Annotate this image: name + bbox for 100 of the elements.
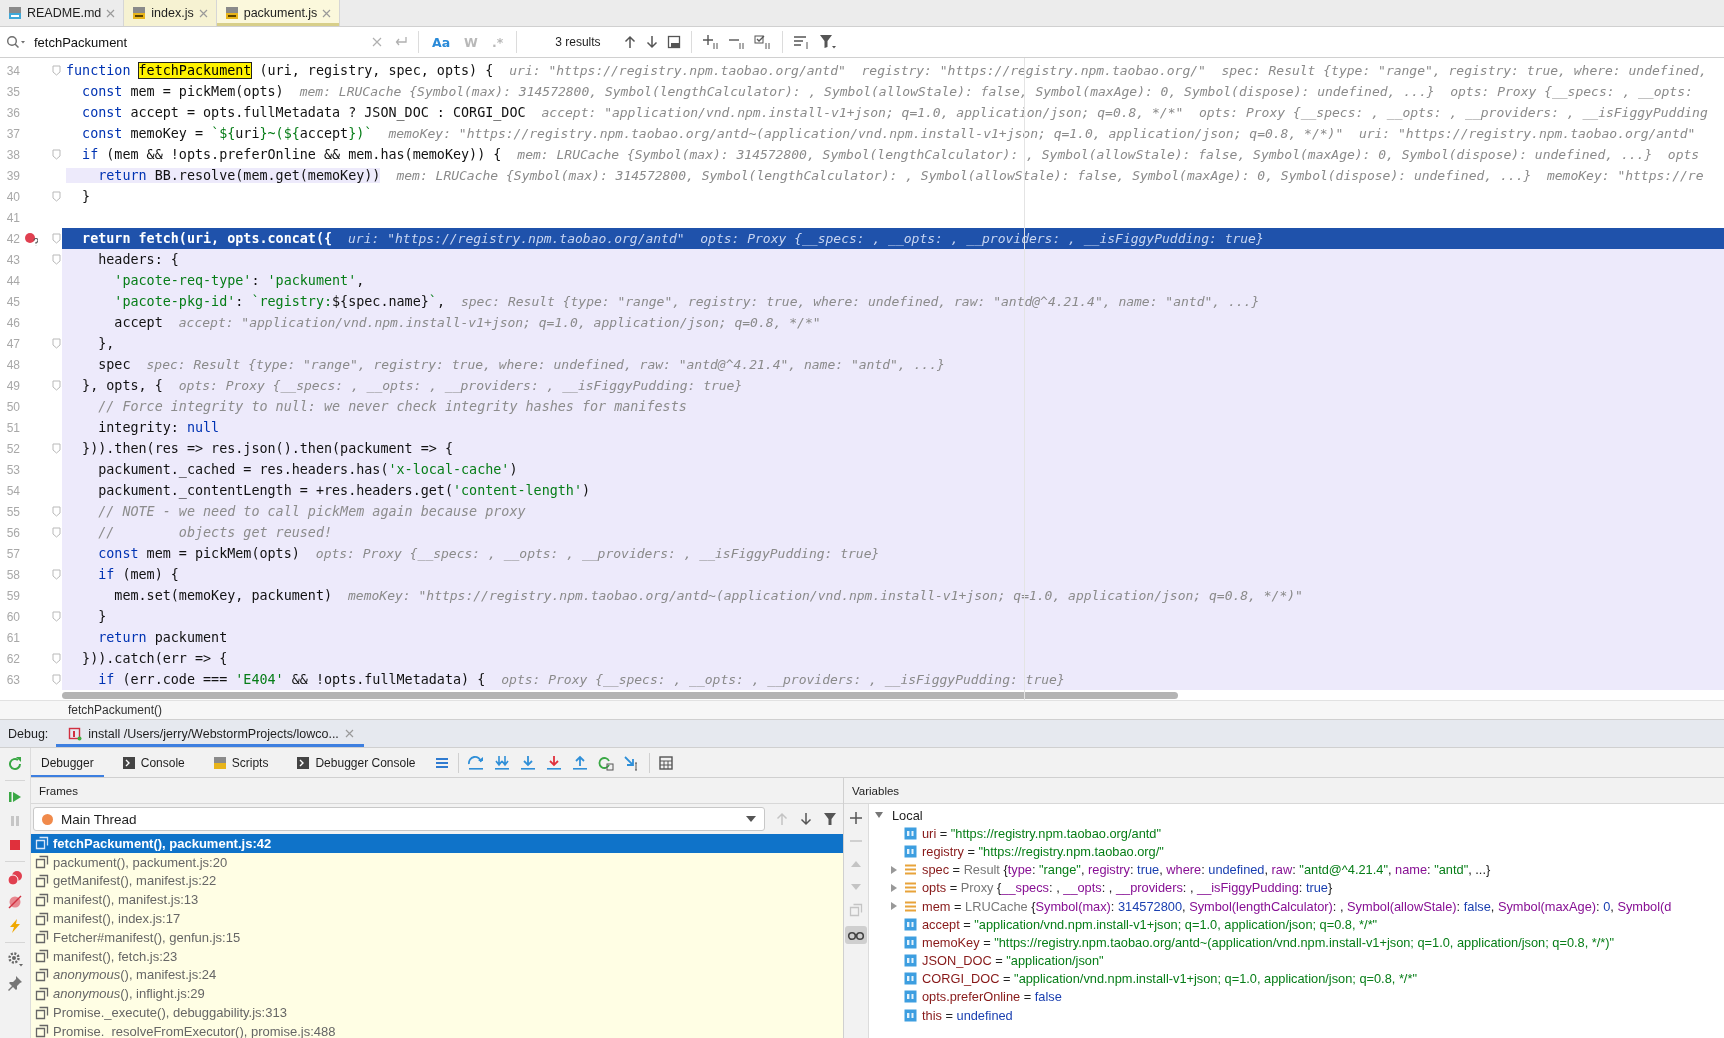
inline-value-hint: memoKey: "https://registry.npm.taobao.org/antd~(application/vnd.npm.install-v1+json; q=1.0, application/json; q=0.8, */*)" [348,588,1303,603]
select-all-icon[interactable] [753,34,772,50]
stack-frame[interactable]: Fetcher#manifest(), genfun.js:15 [31,928,843,947]
resume-icon[interactable] [7,789,23,805]
fold-icon[interactable] [52,233,61,244]
line-number: 58 [5,567,20,582]
arrow-down-icon[interactable] [799,812,813,826]
variable-entry[interactable]: JSON_DOC = "application/json" [922,953,1104,969]
debug-tab[interactable]: Debugger Console [286,748,426,777]
cycle-arrow-icon[interactable] [596,754,615,771]
code-line: })).then(res => res.json().then(packument => { [81,441,453,456]
fold-icon[interactable] [52,611,61,622]
file-tab[interactable]: index.js [124,0,217,26]
fold-icon[interactable] [52,191,61,202]
stack-frame[interactable]: anonymous(), inflight.js:29 [31,984,843,1004]
arrow-down-icon[interactable] [518,754,537,771]
list-icon[interactable] [792,34,811,50]
variable-entry[interactable]: CORGI_DOC = "application/vnd.npm.install-v1+json; q=1.0, application/json; q=0.8, */*" [922,971,1417,987]
filter-icon[interactable] [823,812,837,826]
variable-entry[interactable]: spec = Result {type: "range", registry: true, where: undefined, raw: "antd@^4.21.4", name: "antd", ...} [922,862,1491,878]
stack-frame[interactable]: manifest(), manifest.js:13 [31,890,843,910]
variable-entry[interactable]: this = undefined [922,1007,1013,1023]
thread-dropdown[interactable]: Main Thread [33,807,765,831]
fold-icon[interactable] [52,527,61,538]
javascript-file-icon [212,755,227,770]
fold-icon[interactable] [52,674,61,685]
arrow-down-icon[interactable] [644,35,659,49]
debug-tab[interactable]: Debugger [31,748,104,777]
line-number: 35 [5,84,20,99]
stop-icon[interactable] [7,837,23,853]
fold-icon[interactable] [52,149,61,160]
breakpoints-icon[interactable] [7,870,23,886]
arrow-up-icon[interactable] [622,35,637,49]
scope-node[interactable]: Local [869,806,1724,825]
lightning-icon[interactable] [7,918,23,934]
clear-icon[interactable] [372,37,382,47]
variable-entry[interactable]: uri = "https://registry.npm.taobao.org/antd" [922,825,1161,841]
close-icon[interactable] [322,8,332,18]
code-line: packument._contentLength = +res.headers.get('content-length') [97,483,591,498]
arrow-up-icon[interactable] [570,754,589,771]
variable-entry[interactable]: accept = "application/vnd.npm.install-v1+json; q=1.0, application/json; q=0.8, */*" [922,916,1378,932]
mute-breakpoints-icon[interactable] [7,894,23,910]
expand-arrow-icon[interactable] [889,901,899,912]
stack-frame[interactable]: manifest(), index.js:17 [31,909,843,928]
close-icon[interactable] [198,8,208,18]
code-line: headers: { [97,252,179,267]
stack-frame[interactable]: Promise._resolveFromExecutor(), promise.js:488 [31,1021,843,1038]
variable-entry[interactable]: memoKey = "https://registry.npm.taobao.org/antd~(application/vnd.npm.install-v1+json; q=1.0, application/json; q=0.8, */*)" [922,934,1615,950]
stack-frame[interactable]: packument(), packument.js:20 [31,852,843,872]
value-icon [904,1008,917,1022]
pin-icon[interactable] [7,975,23,991]
file-tab[interactable]: packument.js [216,0,341,26]
search-field[interactable]: fetchPackument [34,32,364,52]
fold-icon[interactable] [52,338,61,349]
close-icon[interactable] [344,729,354,738]
calculator-icon[interactable] [657,754,674,771]
copy-icon[interactable] [849,903,863,917]
fold-icon[interactable] [52,443,61,454]
rerun-icon[interactable] [7,756,23,772]
fold-icon[interactable] [52,569,61,580]
fold-icon[interactable] [52,653,61,664]
value-icon [904,954,917,968]
session-tab[interactable]: install /Users/jerry/WebstormProjects/lowco... [56,720,364,747]
search-option-toggle[interactable]: Aa [429,34,454,50]
inline-value-hint: accept: "application/vnd.npm.install-v1+json; q=1.0, application/json; q=0.8, */*" opts: Proxy {__specs: , __opts: , __providers: , __isFiggyPudding [541,105,1708,120]
breakpoint-icon[interactable] [24,231,38,246]
stack-frame[interactable]: anonymous(), manifest.js:24 [31,965,843,985]
code-line: if (mem && !opts.preferOnline && mem.has(memoKey)) { [81,147,502,162]
fold-icon[interactable] [52,65,61,76]
search-icon[interactable] [6,35,26,49]
fold-icon[interactable] [52,506,61,517]
fold-icon[interactable] [52,380,61,391]
debug-tab[interactable]: Scripts [202,748,279,777]
window-icon[interactable] [666,35,681,49]
variable-entry[interactable]: registry = "https://registry.npm.taobao.org/" [922,843,1164,859]
variable-entry[interactable]: opts = Proxy {__specs: , __opts: , __providers: , __isFiggyPudding: true} [922,880,1333,896]
stack-frame[interactable]: getManifest(), manifest.js:22 [31,871,843,891]
variable-entry[interactable]: mem = LRUCache {Symbol(max): 314572800, Symbol(lengthCalculator): , Symbol(allowStale): false, Symbol(maxAge): 0, Symbol(d [922,898,1672,914]
add-icon[interactable] [849,811,863,825]
variable-entry[interactable]: opts.preferOnline = false [922,989,1062,1005]
arrow-down-icon[interactable] [544,754,563,771]
settings-icon[interactable] [7,951,23,967]
stack-frame[interactable]: Promise._execute(), debuggability.js:313 [31,1003,843,1022]
stack-frame[interactable]: fetchPackument(), packument.js:42 [31,834,843,853]
glasses-icon[interactable] [845,926,867,944]
debug-tab[interactable]: Console [111,748,195,777]
panel-title: Frames [39,784,78,797]
add-cursor-icon[interactable] [701,34,720,50]
close-icon[interactable] [106,8,116,18]
stack-frame[interactable]: manifest(), fetch.js:23 [31,946,843,966]
double-arrow-down-icon[interactable] [492,754,511,771]
newline-icon[interactable] [394,36,408,48]
breadcrumb[interactable]: fetchPackument() [68,703,163,717]
filter-icon[interactable] [818,34,837,50]
code-line: const mem = pickMem(opts) [81,84,284,99]
scrollbar[interactable] [62,692,1178,699]
fold-icon[interactable] [52,254,61,265]
expand-arrow-icon[interactable] [889,882,899,893]
expand-arrow-icon[interactable] [889,864,899,875]
arrow-over-icon[interactable] [466,754,485,771]
